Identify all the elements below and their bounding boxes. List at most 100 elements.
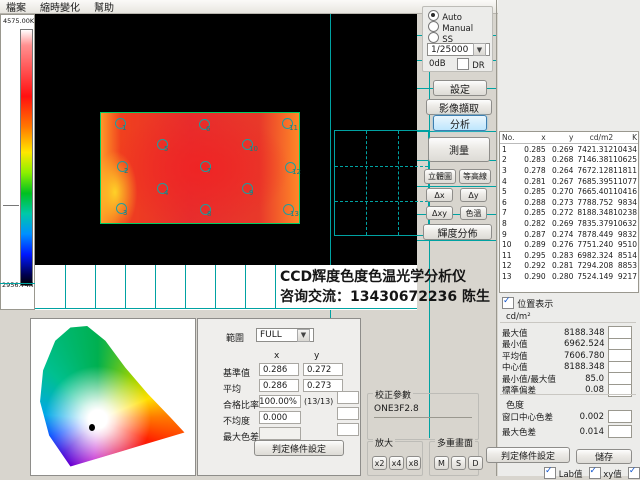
table-cell: 0.281 <box>518 177 546 186</box>
output-checkbox[interactable]: xy值 <box>589 467 622 480</box>
measure-point-number: 1 <box>122 124 126 132</box>
zoom-x4-button[interactable]: x4 <box>389 456 404 470</box>
checkbox-checked-icon <box>502 297 514 309</box>
measure-point[interactable]: 8 <box>200 204 211 215</box>
calibration-title: 校正參數 <box>373 388 413 401</box>
output-checkbox[interactable]: Lab值 <box>544 467 583 480</box>
multiview-M-button[interactable]: M <box>434 456 449 470</box>
dr-label: DR <box>472 61 484 71</box>
table-cell: 6982.324 <box>573 251 613 260</box>
table-cell: 5 <box>500 187 518 196</box>
shutter-value: 1/25000 <box>431 45 468 55</box>
measure-point[interactable]: 2 <box>117 161 128 172</box>
table-cell: 0.289 <box>518 240 546 249</box>
table-cell: 8 <box>500 219 518 228</box>
maxdiff-value <box>259 427 301 440</box>
table-row[interactable]: 130.2900.2807524.1499217 <box>500 271 638 282</box>
zoom-x8-button[interactable]: x8 <box>406 456 421 470</box>
table-row[interactable]: 90.2870.2747878.4499832 <box>500 229 638 240</box>
table-header: No.x ycd/m2 K <box>500 132 638 144</box>
luminance-dist-button[interactable]: 輝度分佈 <box>423 224 492 240</box>
table-row[interactable]: 70.2850.2728188.34810238 <box>500 208 638 219</box>
judge-condition-button[interactable]: 判定條件設定 <box>254 440 344 456</box>
measure-point[interactable]: 4 <box>157 183 168 194</box>
table-cell: 0.267 <box>546 177 574 186</box>
delta-xy-button[interactable]: Δxy <box>426 206 453 220</box>
measure-point[interactable]: 6 <box>199 119 210 130</box>
zoom-x2-button[interactable]: x2 <box>372 456 387 470</box>
stat-value: 8188.348 <box>564 328 604 338</box>
table-cell: 0.274 <box>546 230 574 239</box>
measure-point[interactable]: 13 <box>283 204 294 215</box>
measure-point-number: 10 <box>249 145 258 153</box>
measurement-table[interactable]: No.x ycd/m2 K 10.2850.2697421.3121043420… <box>499 131 639 293</box>
capture-button[interactable]: 影像擷取 <box>426 99 492 115</box>
shutter-dropdown[interactable]: 1/25000▼ <box>427 43 490 56</box>
range-dropdown[interactable]: FULL▼ <box>256 328 314 342</box>
measure-point[interactable]: 12 <box>285 162 296 173</box>
chroma-result-box <box>608 410 632 423</box>
measure-point[interactable]: 9 <box>242 183 253 194</box>
settings-button[interactable]: 設定 <box>433 80 487 96</box>
view3d-button[interactable]: 立體圖 <box>424 169 456 184</box>
measure-point[interactable]: 3 <box>116 203 127 214</box>
menu-item[interactable]: 縮時變化 <box>40 0 80 14</box>
table-cell: 0.272 <box>546 208 574 217</box>
pass-rate-label: 合格比率 <box>223 398 259 411</box>
ad-strip: CCD辉度色度色温光学分析仪 咨询交流：13430672236 陈生 <box>35 265 417 310</box>
table-cell: 0.273 <box>546 198 574 207</box>
measure-point[interactable]: 11 <box>282 118 293 129</box>
dr-checkbox[interactable]: DR <box>457 58 485 71</box>
table-cell: 10632 <box>613 219 638 228</box>
menu-item[interactable]: 檔案 <box>6 0 26 14</box>
table-row[interactable]: 20.2830.2687146.38110625 <box>500 155 638 166</box>
table-row[interactable]: 40.2810.2677685.39511077 <box>500 176 638 187</box>
range-panel: 範圍 FULL▼ x y 基準值 0.286 0.272平均 0.286 0.2… <box>197 318 361 476</box>
analyze-button[interactable]: 分析 <box>433 115 487 131</box>
save-button[interactable]: 儲存 <box>576 449 632 464</box>
table-cell: 7788.752 <box>573 198 613 207</box>
measure-point[interactable]: 5 <box>157 139 168 150</box>
colorbar-panel: 4575.00K 2956.74K <box>0 14 35 310</box>
table-cell: 0.282 <box>518 219 546 228</box>
chroma-row: 窗口中心色差 0.002 <box>502 410 636 423</box>
delta-x-button[interactable]: Δx <box>426 188 453 202</box>
measure-point[interactable]: 1 <box>115 118 126 129</box>
overlay-hline <box>0 283 35 284</box>
color-scale-gradient <box>20 29 33 286</box>
table-cell: 0.270 <box>546 187 574 196</box>
radio-ss-icon <box>428 32 439 43</box>
table-cell: 0.280 <box>546 272 574 281</box>
position-display-checkbox[interactable]: 位置表示 <box>502 297 553 310</box>
table-row[interactable]: 10.2850.2697421.31210434 <box>500 144 638 155</box>
table-cell: 13 <box>500 272 518 281</box>
table-row[interactable]: 30.2780.2647672.12811811 <box>500 165 638 176</box>
delta-y-button[interactable]: Δy <box>460 188 487 202</box>
judge-condition-button[interactable]: 判定條件設定 <box>486 447 570 463</box>
cct-button[interactable]: 色溫 <box>460 206 487 220</box>
pass-rate-value: 100.00% <box>259 395 301 408</box>
table-cell: 9217 <box>613 272 638 281</box>
white-point-marker <box>89 424 95 431</box>
output-checkbox[interactable]: 影像值 <box>628 467 640 480</box>
multiview-groupbox: 多重畫面 MSD <box>429 441 479 476</box>
table-row[interactable]: 60.2880.2737788.7529834 <box>500 197 638 208</box>
measure-button[interactable]: 測量 <box>428 137 490 162</box>
multiview-D-button[interactable]: D <box>468 456 483 470</box>
measure-point[interactable]: 10 <box>242 139 253 150</box>
table-row[interactable]: 50.2850.2707665.40110416 <box>500 186 638 197</box>
radio-auto-icon <box>428 10 439 21</box>
table-cell: 7524.149 <box>573 272 613 281</box>
table-row[interactable]: 120.2920.2817294.2088853 <box>500 261 638 272</box>
measure-point-number: 4 <box>164 189 168 197</box>
table-row[interactable]: 110.2950.2836982.3248514 <box>500 250 638 261</box>
measure-point[interactable]: 7 <box>200 161 211 172</box>
multiview-title: 多重畫面 <box>435 436 475 449</box>
contour-button[interactable]: 等高線 <box>459 169 491 184</box>
exposure-groupbox: Auto Manual SS 1/25000▼ 0dB DR <box>422 6 493 72</box>
stat-value: 7606.780 <box>564 351 604 361</box>
multiview-S-button[interactable]: S <box>451 456 466 470</box>
menu-item[interactable]: 幫助 <box>94 0 114 14</box>
table-row[interactable]: 80.2820.2697835.37910632 <box>500 218 638 229</box>
table-row[interactable]: 100.2890.2767751.2409510 <box>500 239 638 250</box>
